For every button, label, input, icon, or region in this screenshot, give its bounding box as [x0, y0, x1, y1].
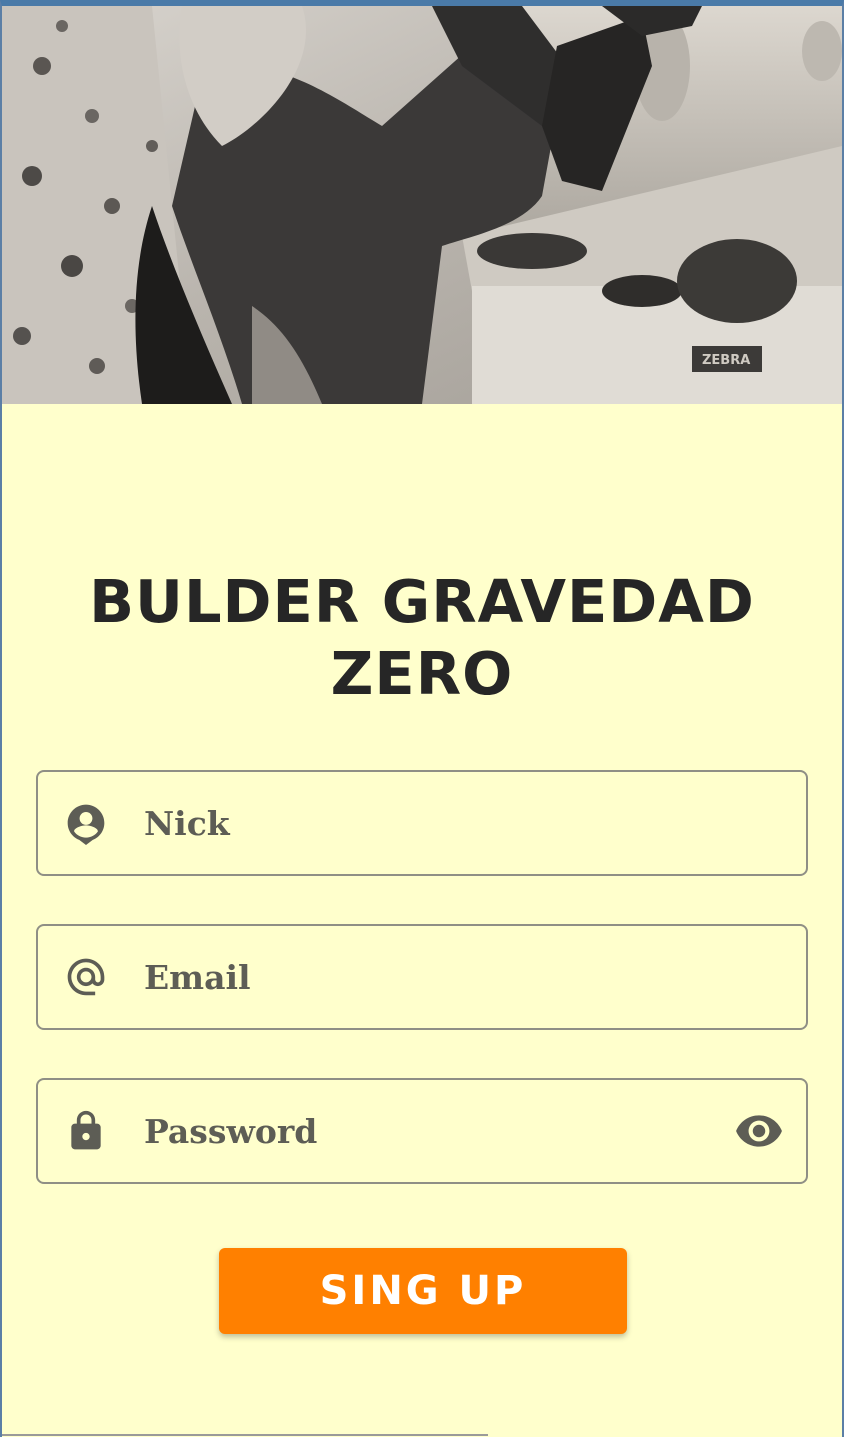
nick-input[interactable]: [144, 772, 704, 874]
hero-image: ZEBRA: [2, 6, 842, 404]
eye-icon[interactable]: [734, 1106, 784, 1156]
email-input[interactable]: [144, 926, 704, 1028]
signup-screen: ZEBRA BULDER GRAVEDAD ZERO Nick Email SI…: [0, 0, 844, 1437]
lock-icon: [71, 1110, 101, 1150]
password-input[interactable]: [144, 1080, 704, 1182]
signup-button[interactable]: SING UP: [219, 1248, 627, 1334]
nick-field[interactable]: [36, 770, 808, 876]
at-sign-icon: [67, 958, 105, 996]
app-title: BULDER GRAVEDAD ZERO: [89, 567, 755, 708]
account-circle-icon: [67, 804, 105, 845]
svg-text:ZEBRA: ZEBRA: [702, 353, 750, 368]
divider: [2, 1434, 488, 1436]
email-field[interactable]: [36, 924, 808, 1030]
password-field[interactable]: [36, 1078, 808, 1184]
climber-photo: ZEBRA: [2, 6, 842, 404]
